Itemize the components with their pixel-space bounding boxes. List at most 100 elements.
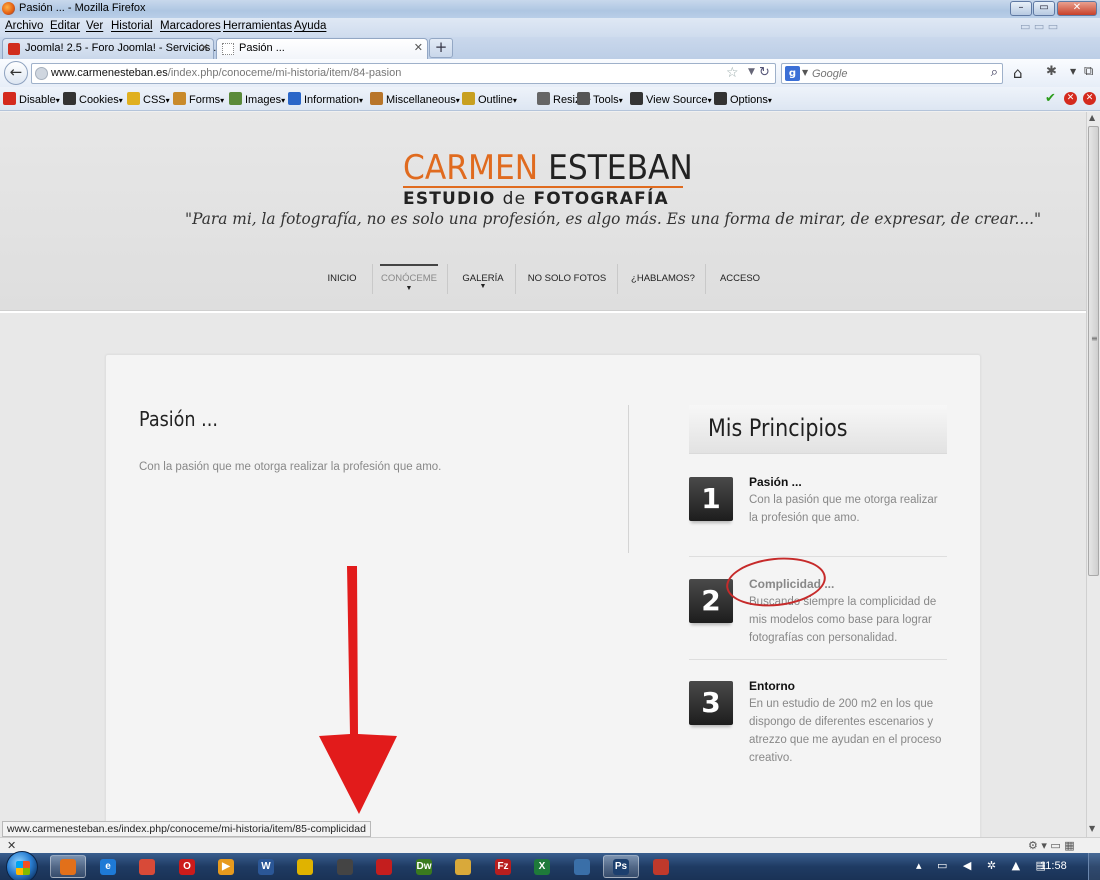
page-viewport: CARMEN ESTEBAN ESTUDIO de FOTOGRAFÍA "Pa… (0, 112, 1086, 837)
principle-number: 1 (689, 477, 733, 521)
taskbar-photoshop[interactable]: Ps (603, 855, 639, 878)
close-window-button[interactable]: ✕ (1057, 1, 1097, 16)
acrobat-icon (376, 858, 392, 875)
taskbar-excel[interactable]: X (524, 855, 560, 878)
devtool-miscellaneous[interactable]: Miscellaneous▾ (370, 92, 460, 106)
devtool-disable[interactable]: Disable▾ (3, 92, 60, 106)
devtool-view-source[interactable]: View Source▾ (630, 92, 712, 106)
bookmark-star-icon[interactable]: ☆ (726, 65, 739, 81)
url-bar[interactable]: www.carmenesteban.es/index.php/conoceme/… (31, 63, 776, 84)
menu-historial[interactable]: Historial (111, 20, 153, 32)
tab-joomla[interactable]: Joomla! 2.5 - Foro Joomla! - Servicios .… (2, 38, 222, 59)
scroll-thumb[interactable] (1088, 126, 1099, 576)
column-divider (628, 405, 629, 553)
engine-dropdown-icon[interactable]: ▼ (802, 68, 808, 77)
close-tab-icon[interactable]: ✕ (414, 41, 423, 54)
menu-editar[interactable]: Editar (50, 20, 80, 32)
taskbar-dreamweaver[interactable]: Dw (406, 855, 442, 878)
taskbar-folder[interactable] (445, 855, 481, 878)
navigation-bar: ← www.carmenesteban.es/index.php/conocem… (0, 59, 1100, 87)
nav-conoceme[interactable]: CONÓCEME ▼ (380, 264, 438, 294)
taskbar-word[interactable]: W (248, 855, 284, 878)
status-link-url: www.carmenesteban.es/index.php/conoceme/… (2, 821, 371, 837)
article-text: Con la pasión que me otorga realizar la … (139, 461, 442, 473)
back-button[interactable]: ← (4, 61, 28, 85)
site-tagline: "Para mi, la fotografía, no es solo una … (185, 209, 1042, 228)
taskbar-disc[interactable] (327, 855, 363, 878)
menu-ver[interactable]: Ver (86, 20, 103, 32)
nav-hablamos[interactable]: ¿HABLAMOS? (626, 264, 700, 294)
tab-pasion[interactable]: Pasión ... ✕ (216, 38, 428, 59)
taskbar-acrobat[interactable] (366, 855, 402, 878)
validation-ok-icon[interactable]: ✔ (1045, 91, 1056, 106)
show-desktop-button[interactable] (1088, 853, 1100, 880)
devtool-label: CSS (143, 94, 166, 106)
menu-ayuda[interactable]: Ayuda (294, 20, 326, 32)
outline-icon (462, 92, 475, 105)
addon-gear-icon[interactable]: ✱ (1046, 64, 1057, 79)
vertical-scrollbar[interactable]: ▲ ≡ ▼ (1086, 112, 1100, 837)
taskbar-opera[interactable]: O (169, 855, 205, 878)
taskbar-chrome[interactable] (129, 855, 165, 878)
search-input[interactable] (812, 66, 982, 81)
clock[interactable]: 11:58 (1040, 860, 1067, 872)
logo-underline (403, 186, 683, 188)
chevron-down-icon: ▼ (479, 283, 487, 290)
principle-title[interactable]: Entorno (749, 679, 795, 693)
firefox-icon (60, 858, 76, 875)
maximize-button[interactable]: ▭ (1033, 1, 1055, 16)
scroll-down-icon[interactable]: ▼ (1089, 824, 1095, 833)
nav-acceso[interactable]: ACCESO (714, 264, 766, 294)
devtool-information[interactable]: Information▾ (288, 92, 363, 106)
search-icon[interactable]: ⌕ (991, 65, 998, 80)
tab-strip: Joomla! 2.5 - Foro Joomla! - Servicios .… (0, 37, 1100, 59)
taskbar-filezilla[interactable]: Fz (485, 855, 521, 878)
site-logo[interactable]: CARMEN ESTEBAN (403, 148, 693, 188)
devtool-forms[interactable]: Forms▾ (173, 92, 224, 106)
url-dropdown-icon[interactable]: ▼ (748, 67, 755, 77)
reload-icon[interactable]: ↻ (759, 65, 770, 80)
taskbar-remote[interactable] (564, 855, 600, 878)
images-icon (229, 92, 242, 105)
start-button[interactable] (6, 851, 38, 880)
search-bar[interactable]: g ▼ ⌕ (781, 63, 1003, 84)
google-engine-icon[interactable]: g (785, 66, 800, 81)
nav-separator (447, 264, 448, 294)
menu-bar: Archivo Editar Ver Historial Marcadores … (0, 18, 1100, 37)
close-tab-icon[interactable]: ✕ (200, 41, 209, 54)
principle-title[interactable]: Pasión ... (749, 475, 802, 489)
taskbar-media-player[interactable]: ▶ (208, 855, 244, 878)
devtool-label: Outline (478, 94, 513, 106)
addon-dropdown-icon[interactable]: ▼ (1070, 67, 1076, 76)
devtool-tools[interactable]: Tools▾ (577, 92, 623, 106)
taskbar-firefox[interactable] (50, 855, 86, 878)
menu-herramientas[interactable]: Herramientas (223, 20, 292, 32)
taskbar-internet-explorer[interactable]: e (90, 855, 126, 878)
devtool-options[interactable]: Options▾ (714, 92, 772, 106)
site-identity-icon[interactable] (35, 67, 48, 80)
system-tray-icons[interactable]: ▴ ▭ ◀ ✲ ▲ ▤ (916, 859, 1052, 872)
nav-no-solo-fotos[interactable]: NO SOLO FOTOS (522, 264, 612, 294)
devtool-cookies[interactable]: Cookies▾ (63, 92, 123, 106)
extension-icon[interactable]: ⧉ (1084, 64, 1093, 79)
taskbar-notes[interactable] (287, 855, 323, 878)
devtool-label: Tools (593, 94, 619, 106)
minimize-button[interactable]: – (1010, 1, 1032, 16)
scroll-up-icon[interactable]: ▲ (1089, 113, 1095, 122)
new-tab-button[interactable]: + (429, 38, 453, 58)
nav-inicio[interactable]: INICIO (316, 264, 368, 294)
devtool-images[interactable]: Images▾ (229, 92, 285, 106)
close-addon-bar-icon[interactable]: ✕ (7, 839, 16, 852)
menu-archivo[interactable]: Archivo (5, 20, 43, 32)
js-error-icon[interactable]: ✕ (1083, 92, 1096, 105)
window-title: Pasión ... - Mozilla Firefox (19, 2, 146, 14)
devtool-outline[interactable]: Outline▾ (462, 92, 517, 106)
css-error-icon[interactable]: ✕ (1064, 92, 1077, 105)
devtool-css[interactable]: CSS▾ (127, 92, 170, 106)
item-divider (689, 556, 947, 557)
menu-marcadores[interactable]: Marcadores (160, 20, 221, 32)
nav-galeria[interactable]: GALERÍA ▼ (455, 264, 511, 294)
status-addon-icons[interactable]: ⚙ ▾ ▭ ▦ (1028, 839, 1075, 852)
taskbar-filezilla-server[interactable] (643, 855, 679, 878)
home-icon[interactable]: ⌂ (1013, 64, 1023, 82)
